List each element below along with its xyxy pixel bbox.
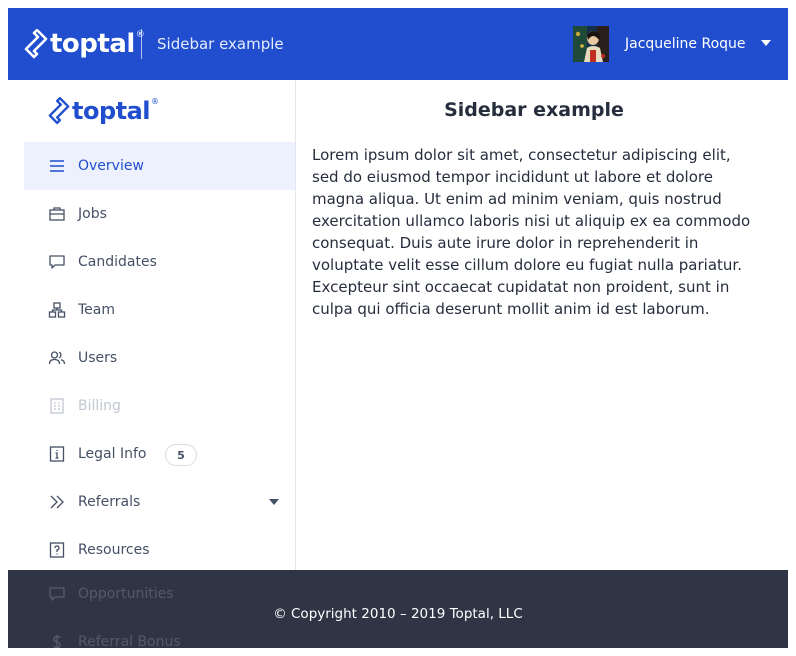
sidebar-item-label: Users bbox=[78, 350, 118, 366]
list-icon bbox=[48, 157, 66, 175]
sidebar-item-legal-info[interactable]: Legal Info 5 bbox=[24, 430, 295, 478]
users-icon bbox=[48, 349, 66, 367]
registered-mark: ® bbox=[151, 97, 160, 106]
sidebar-item-candidates[interactable]: Candidates bbox=[24, 238, 295, 286]
briefcase-icon bbox=[48, 205, 66, 223]
double-chevron-icon bbox=[48, 493, 66, 511]
sidebar-item-label: Referrals bbox=[78, 494, 141, 510]
header-logo[interactable]: toptal ® bbox=[24, 28, 145, 60]
footer-copyright: © Copyright 2010 – 2019 Toptal, LLC bbox=[273, 606, 523, 622]
footer: © Copyright 2010 – 2019 Toptal, LLC bbox=[8, 570, 788, 648]
sidebar-item-billing[interactable]: Billing bbox=[24, 382, 295, 430]
sidebar-nav: Overview Jobs Candidates Team Users Bill… bbox=[24, 142, 295, 574]
sidebar-item-label: Overview bbox=[78, 158, 144, 174]
sidebar-item-jobs[interactable]: Jobs bbox=[24, 190, 295, 238]
sidebar-item-label: Billing bbox=[78, 398, 121, 414]
header-title: Sidebar example bbox=[157, 35, 284, 53]
main-content: Sidebar example Lorem ipsum dolor sit am… bbox=[296, 80, 788, 570]
sidebar-logo[interactable]: toptal ® bbox=[48, 96, 159, 126]
chat-icon bbox=[48, 253, 66, 271]
top-bar: toptal ® Sidebar example Jacqueline Roqu… bbox=[8, 8, 788, 80]
sidebar-item-users[interactable]: Users bbox=[24, 334, 295, 382]
sidebar-item-referrals[interactable]: Referrals bbox=[24, 478, 295, 526]
sidebar-item-overview[interactable]: Overview bbox=[24, 142, 295, 190]
hierarchy-icon bbox=[48, 301, 66, 319]
page-frame: toptal ® Sidebar example Jacqueline Roqu… bbox=[8, 8, 788, 648]
count-badge: 5 bbox=[165, 444, 197, 466]
user-name[interactable]: Jacqueline Roque bbox=[625, 34, 746, 54]
sidebar-item-label: Candidates bbox=[78, 254, 157, 270]
user-menu-caret-icon[interactable] bbox=[761, 40, 771, 46]
page-body-text: Lorem ipsum dolor sit amet, consectetur … bbox=[312, 146, 751, 318]
sidebar-logo-text: toptal bbox=[72, 97, 151, 125]
avatar[interactable] bbox=[573, 26, 609, 62]
sidebar: toptal ® Overview Jobs Candidates Team U… bbox=[24, 80, 296, 648]
help-icon bbox=[48, 541, 66, 559]
info-icon bbox=[48, 445, 66, 463]
header-divider bbox=[141, 29, 142, 59]
toptal-logo-icon bbox=[48, 97, 70, 125]
page-title: Sidebar example bbox=[444, 99, 624, 121]
header-logo-text: toptal bbox=[50, 29, 135, 59]
avatar-image bbox=[573, 26, 609, 62]
sidebar-item-resources[interactable]: Resources bbox=[24, 526, 295, 574]
invoice-icon bbox=[48, 397, 66, 415]
sidebar-item-team[interactable]: Team bbox=[24, 286, 295, 334]
chevron-down-icon[interactable] bbox=[269, 499, 279, 505]
sidebar-item-label: Legal Info bbox=[78, 446, 147, 462]
sidebar-item-label: Team bbox=[78, 302, 116, 318]
sidebar-item-label: Resources bbox=[78, 542, 150, 558]
sidebar-item-label: Jobs bbox=[78, 206, 107, 222]
toptal-logo-icon bbox=[24, 29, 48, 59]
